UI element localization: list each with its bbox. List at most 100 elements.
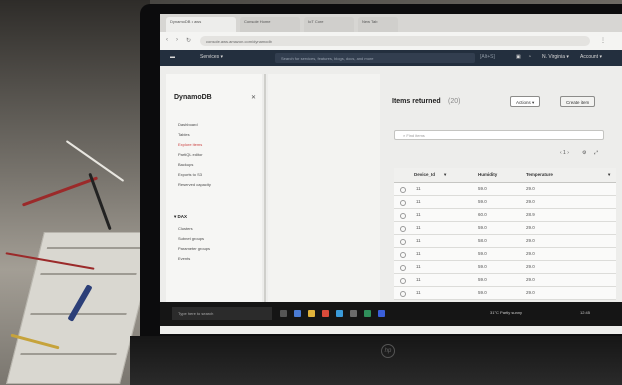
browser-tab[interactable]: IoT Core [304,17,354,32]
row-select-radio[interactable] [400,291,406,297]
cell-temperature: 29.0 [526,264,535,269]
console-search-input[interactable]: Search for services, features, blogs, do… [275,53,475,63]
sidebar-item-dashboard[interactable]: Dashboard [178,122,198,127]
cell-device-id: 11 [416,264,421,269]
cell-humidity: 59.0 [478,277,487,282]
app-icon[interactable] [350,310,357,317]
sidebar-item-reserved[interactable]: Reserved capacity [178,182,211,187]
table-row[interactable]: 11 59.0 29.0 [394,261,616,274]
table-row[interactable]: 11 59.0 29.0 [394,183,616,196]
sidebar-section-dax[interactable]: ▾ DAX [174,214,187,220]
menu-icon[interactable]: ⋮ [600,37,606,44]
cell-temperature: 29.0 [526,199,535,204]
back-icon[interactable]: ‹ [166,37,168,43]
file-explorer-icon[interactable] [308,310,315,317]
app-icon[interactable] [364,310,371,317]
table-row[interactable]: 11 59.0 29.0 [394,274,616,287]
find-items-placeholder: Find items [406,133,425,138]
sidebar-item-subnet-groups[interactable]: Subnet groups [178,236,204,241]
cell-device-id: 11 [416,277,421,282]
cell-device-id: 11 [416,251,421,256]
sidebar-item-exports[interactable]: Exports to S3 [178,172,202,177]
browser-tab[interactable]: New Tab [358,17,398,32]
row-select-radio[interactable] [400,239,406,245]
edge-icon[interactable] [294,310,301,317]
cell-device-id: 11 [416,290,421,295]
cell-humidity: 59.0 [478,199,487,204]
tables-panel [268,74,380,314]
sidebar-item-tables[interactable]: Tables [178,132,190,137]
actions-button[interactable]: Actions ▾ [510,96,541,107]
column-header-humidity[interactable]: Humidity [478,172,497,177]
pagination[interactable]: ‹ 1 › [560,150,569,156]
sidebar-resize-handle[interactable] [264,74,266,314]
cell-humidity: 58.0 [478,238,487,243]
sidebar-item-backups[interactable]: Backups [178,162,193,167]
table-row[interactable]: 11 59.0 29.0 [394,222,616,235]
clock[interactable]: 12:45 [580,310,590,315]
column-header-temperature[interactable]: Temperature [526,172,553,177]
row-select-radio[interactable] [400,213,406,219]
reload-icon[interactable]: ↻ [186,37,191,44]
cell-temperature: 28.9 [526,212,535,217]
cell-humidity: 59.0 [478,290,487,295]
row-select-radio[interactable] [400,187,406,193]
create-item-button[interactable]: Create item [560,96,596,107]
row-select-radio[interactable] [400,252,406,258]
sidebar-item-parameter-groups[interactable]: Parameter groups [178,246,210,251]
cell-temperature: 29.0 [526,225,535,230]
breadboard-rail [46,247,144,249]
breadboard-rail [40,273,137,275]
browser-toolbar: ‹ › ↻ console.aws.amazon.com/dynamodb ⋮ [160,32,622,51]
find-items-input[interactable]: ⌕ Find items [394,130,604,140]
settings-icon[interactable]: ⚙ [582,150,586,156]
cell-humidity: 59.0 [478,251,487,256]
sidebar-item-partiql[interactable]: PartiQL editor [178,152,203,157]
row-select-radio[interactable] [400,265,406,271]
chrome-icon[interactable] [322,310,329,317]
row-select-radio[interactable] [400,200,406,206]
close-icon[interactable]: ✕ [251,94,256,101]
sidebar: DynamoDB ✕ Dashboard Tables Explore item… [166,74,262,314]
table-row[interactable]: 11 59.0 29.0 [394,287,616,300]
fullscreen-icon[interactable]: ⤢ [594,150,598,156]
table-row[interactable]: 11 58.0 29.0 [394,235,616,248]
laptop-base [130,336,622,385]
table-header: Device_Id ▾ Humidity Temperature ▾ [394,168,616,183]
browser-tab-strip: DynamoDB • aws Console Home IoT Core New… [160,14,622,32]
laptop-screen: DynamoDB • aws Console Home IoT Core New… [160,14,622,334]
task-view-icon[interactable] [280,310,287,317]
weather-widget[interactable]: 31°C Partly sunny [490,310,522,315]
aws-logo[interactable]: ▬ [170,54,175,60]
account-menu[interactable]: Account ▾ [580,54,602,60]
sort-icon[interactable]: ▾ [608,172,610,178]
taskbar-search[interactable]: Type here to search [172,307,272,320]
forward-icon[interactable]: › [176,37,178,43]
bell-icon[interactable]: ◔ [528,54,531,60]
search-placeholder: Search for services, features, blogs, do… [281,56,374,61]
cell-humidity: 59.0 [478,186,487,191]
browser-tab[interactable]: Console Home [240,17,300,32]
table-row[interactable]: 11 60.0 28.9 [394,209,616,222]
sidebar-item-clusters[interactable]: Clusters [178,226,193,231]
region-selector[interactable]: N. Virginia ▾ [542,54,569,60]
column-header-device-id[interactable]: Device_Id [414,172,435,177]
sort-icon[interactable]: ▾ [444,172,446,178]
row-select-radio[interactable] [400,278,406,284]
sidebar-title: DynamoDB [174,94,212,101]
row-select-radio[interactable] [400,226,406,232]
laptop-logo-icon: hp [381,344,395,358]
windows-taskbar: Type here to search 31°C Partly sunny 12… [160,302,622,326]
cell-humidity: 59.0 [478,264,487,269]
browser-tab[interactable]: DynamoDB • aws [166,17,236,32]
sidebar-item-explore-items[interactable]: Explore items [178,142,202,147]
cell-humidity: 60.0 [478,212,487,217]
store-icon[interactable] [336,310,343,317]
services-menu[interactable]: Services ▾ [200,54,223,60]
sidebar-item-events[interactable]: Events [178,256,190,261]
app-icon[interactable] [378,310,385,317]
table-row[interactable]: 11 59.0 29.0 [394,248,616,261]
address-bar[interactable]: console.aws.amazon.com/dynamodb [200,36,590,46]
cloudshell-icon[interactable]: ▣ [516,54,521,60]
table-row[interactable]: 11 59.0 29.0 [394,196,616,209]
